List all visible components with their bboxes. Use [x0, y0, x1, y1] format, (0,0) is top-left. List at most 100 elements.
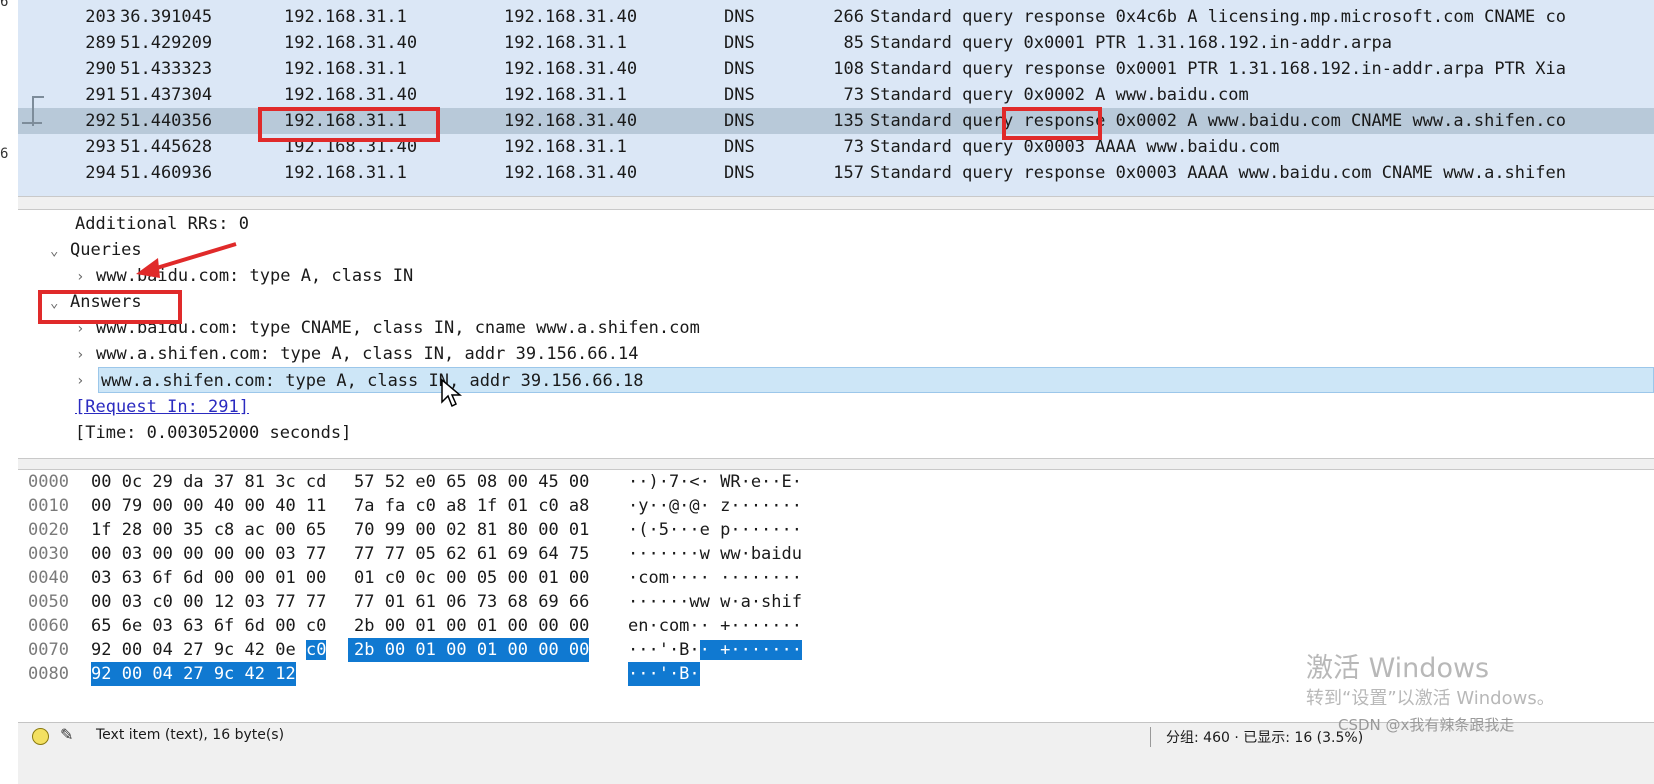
packet-protocol: DNS — [724, 7, 755, 27]
packet-source: 192.168.31.40 — [284, 33, 418, 53]
tree-item-answer-selected[interactable]: www.a.shifen.com: type A, class IN, addr… — [98, 367, 1654, 393]
packet-list[interactable]: 203 36.391045 192.168.31.1 192.168.31.40… — [18, 0, 1654, 196]
packet-protocol: DNS — [724, 59, 755, 79]
byte-offset: 0000 — [28, 472, 69, 492]
chevron-right-icon[interactable]: › — [76, 342, 96, 368]
packet-no: 289 — [85, 33, 116, 53]
chevron-down-icon[interactable]: ⌄ — [50, 238, 70, 264]
byte-offset: 0040 — [28, 568, 69, 588]
packet-length: 135 — [833, 111, 864, 131]
packet-row[interactable]: 290 51.433323 192.168.31.1 192.168.31.40… — [18, 56, 1654, 82]
packet-length: 157 — [833, 163, 864, 183]
chevron-right-icon[interactable]: › — [76, 264, 96, 290]
packet-no: 292 — [85, 111, 116, 131]
hex-bytes[interactable]: 7a fa c0 a8 1f 01 c0 a8 — [354, 494, 589, 518]
tree-item-request-in[interactable]: [Request In: 291] — [75, 394, 249, 420]
packet-length: 85 — [843, 33, 864, 53]
ascii-bytes-selected[interactable]: · +······· — [699, 640, 803, 660]
packet-source: 192.168.31.1 — [284, 163, 407, 183]
csdn-watermark: CSDN @x我有辣条跟我走 — [1338, 716, 1515, 734]
tree-item-queries[interactable]: ⌄ Queries — [50, 237, 142, 263]
tree-item-answer[interactable]: › www.a.shifen.com: type A, class IN, add… — [76, 341, 638, 367]
byte-offset: 0030 — [28, 544, 69, 564]
packet-source: 192.168.31.1 — [284, 7, 407, 27]
hex-bytes[interactable]: 00 0c 29 da 37 81 3c cd — [91, 470, 326, 494]
hex-bytes-selected[interactable]: 92 00 04 27 9c 42 12 — [91, 662, 296, 686]
packet-info: Standard query response 0x0002 A www.bai… — [870, 111, 1566, 131]
packet-destination: 192.168.31.1 — [504, 33, 627, 53]
hex-bytes[interactable]: 03 63 6f 6d 00 00 01 00 — [91, 566, 326, 590]
ascii-bytes[interactable]: ·······w ww·baidu — [628, 542, 802, 566]
packet-destination: 192.168.31.1 — [504, 137, 627, 157]
byte-offset: 0010 — [28, 496, 69, 516]
byte-offset: 0060 — [28, 616, 69, 636]
ascii-bytes[interactable]: ·y··@·@· z······· — [628, 494, 802, 518]
tree-item-time[interactable]: [Time: 0.003052000 seconds] — [75, 420, 351, 446]
ascii-bytes[interactable]: ······ww w·a·shif — [628, 590, 802, 614]
packet-destination: 192.168.31.40 — [504, 7, 638, 27]
packet-row[interactable]: 203 36.391045 192.168.31.1 192.168.31.40… — [18, 4, 1654, 30]
request-in-link[interactable]: [Request In: 291] — [75, 397, 249, 417]
ascii-bytes[interactable]: ···'·B·· +······· — [628, 638, 803, 662]
hex-bytes[interactable]: 57 52 e0 65 08 00 45 00 — [354, 470, 589, 494]
pane-splitter[interactable] — [18, 196, 1654, 210]
tree-label: www.a.shifen.com: type A, class IN, addr… — [96, 344, 639, 364]
activation-watermark-title: 激活 Windows — [1306, 653, 1490, 684]
chevron-right-icon[interactable]: › — [76, 368, 96, 394]
packet-info: Standard query response 0x4c6b A licensi… — [870, 7, 1566, 27]
byte-offset: 0050 — [28, 592, 69, 612]
hex-bytes-selected[interactable]: 2b 00 01 00 01 00 00 00 — [348, 638, 590, 662]
packet-row[interactable]: 294 51.460936 192.168.31.1 192.168.31.40… — [18, 160, 1654, 186]
related-packet-line — [32, 96, 44, 98]
hex-bytes[interactable]: 65 6e 03 63 6f 6d 00 c0 — [91, 614, 326, 638]
ascii-bytes[interactable]: ·com···· ········ — [628, 566, 802, 590]
hex-bytes[interactable]: 2b 00 01 00 01 00 00 00 — [354, 614, 589, 638]
ascii-bytes[interactable]: en·com·· +······· — [628, 614, 802, 638]
packet-info: Standard query response 0x0003 AAAA www.… — [870, 163, 1566, 183]
packet-length: 73 — [843, 137, 864, 157]
tree-label: www.baidu.com: type A, class IN — [96, 266, 414, 286]
annotation-box-answers — [38, 290, 182, 324]
hex-bytes[interactable]: 00 79 00 00 40 00 40 11 — [91, 494, 326, 518]
tree-label: www.a.shifen.com: type A, class IN, addr… — [101, 371, 644, 391]
packet-time: 51.437304 — [120, 85, 213, 105]
related-packet-line — [22, 122, 42, 124]
hex-bytes[interactable]: 77 01 61 06 73 68 69 66 — [354, 590, 589, 614]
hex-bytes[interactable]: 92 00 04 27 9c 42 0e c0 — [91, 638, 327, 662]
ascii-bytes-selected[interactable]: ···'·B· — [628, 662, 700, 686]
tree-item-query[interactable]: › www.baidu.com: type A, class IN — [76, 263, 413, 289]
packet-info: Standard query 0x0002 A www.baidu.com — [870, 85, 1249, 105]
packet-details-tree[interactable]: Additional RRs: 0 ⌄ Queries › www.baidu.co… — [18, 210, 1654, 460]
packet-no: 293 — [85, 137, 116, 157]
pane-splitter[interactable] — [18, 458, 1654, 470]
packet-time: 51.429209 — [120, 33, 213, 53]
packet-length: 73 — [843, 85, 864, 105]
expert-info-icon[interactable] — [32, 728, 49, 745]
packet-info: Standard query response 0x0001 PTR 1.31.… — [870, 59, 1566, 79]
ascii-bytes[interactable]: ·(·5···e p······· — [628, 518, 802, 542]
packet-row[interactable]: 291 51.437304 192.168.31.40 192.168.31.1… — [18, 82, 1654, 108]
hex-bytes[interactable]: 77 77 05 62 61 69 64 75 — [354, 542, 589, 566]
hex-bytes[interactable]: 01 c0 0c 00 05 00 01 00 — [354, 566, 589, 590]
packet-time: 51.440356 — [120, 111, 213, 131]
hex-bytes[interactable]: 00 03 00 00 00 00 03 77 — [91, 542, 326, 566]
edit-comment-icon[interactable]: ✎ — [60, 725, 73, 744]
hex-bytes[interactable]: 1f 28 00 35 c8 ac 00 65 — [91, 518, 326, 542]
packet-time: 51.460936 — [120, 163, 213, 183]
status-packet-count: 分组: 460 · 已显示: 16 (3.5%) — [1166, 730, 1364, 746]
packet-protocol: DNS — [724, 137, 755, 157]
edge-digit: 6 — [0, 146, 9, 162]
hex-bytes[interactable]: 00 03 c0 00 12 03 77 77 — [91, 590, 326, 614]
status-divider — [1150, 727, 1151, 747]
ascii-bytes[interactable]: ··)·7·<· WR·e··E· — [628, 470, 802, 494]
packet-protocol: DNS — [724, 85, 755, 105]
hex-bytes[interactable]: 70 99 00 02 81 80 00 01 — [354, 518, 589, 542]
packet-protocol: DNS — [724, 163, 755, 183]
packet-row[interactable]: 289 51.429209 192.168.31.40 192.168.31.1… — [18, 30, 1654, 56]
packet-protocol: DNS — [724, 111, 755, 131]
packet-source: 192.168.31.1 — [284, 59, 407, 79]
tree-label: www.baidu.com: type CNAME, class IN, cna… — [96, 318, 700, 338]
packet-destination: 192.168.31.40 — [504, 163, 638, 183]
tree-item-additional-rrs[interactable]: Additional RRs: 0 — [75, 211, 249, 237]
hex-bytes-selected[interactable]: c0 — [305, 640, 327, 660]
